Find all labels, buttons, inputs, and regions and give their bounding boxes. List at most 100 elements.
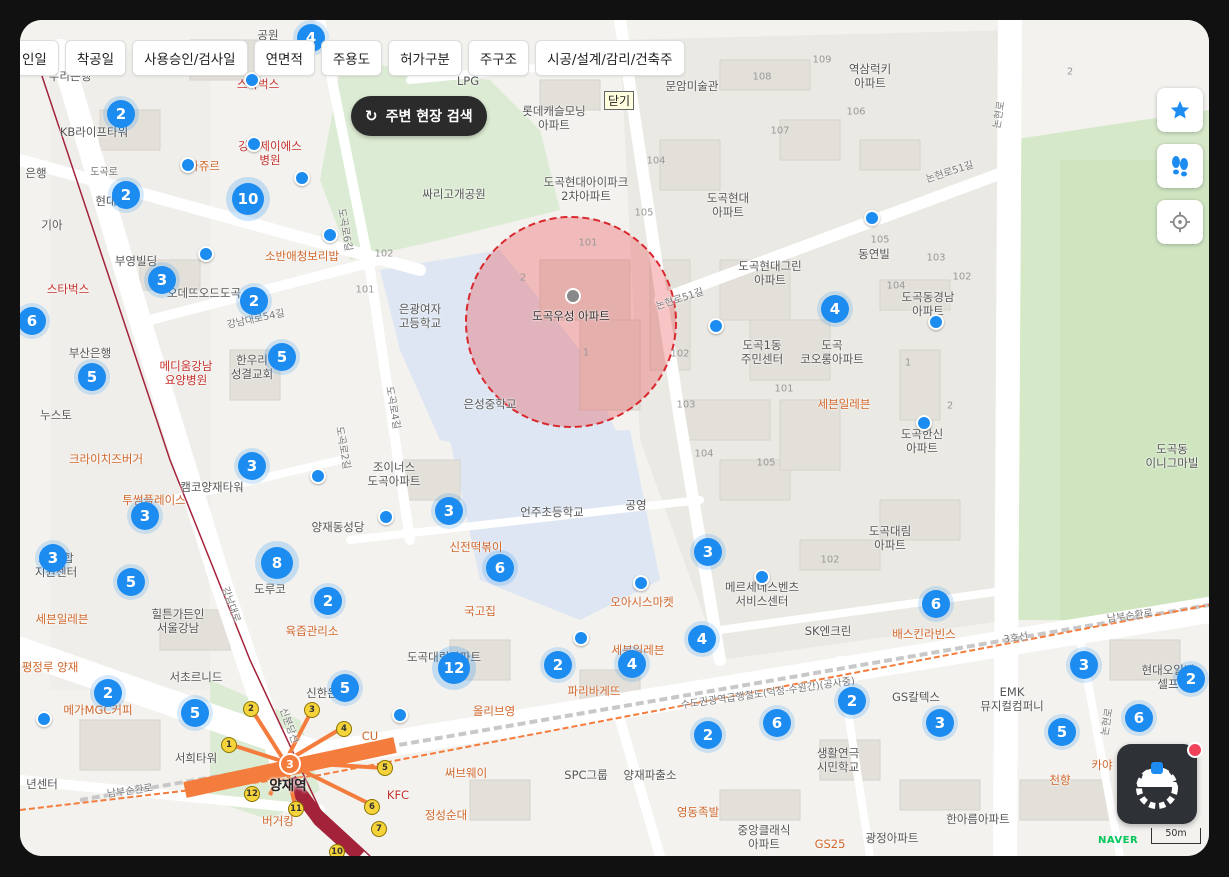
place-label[interactable]: 올리브영 — [473, 704, 515, 719]
place-label[interactable]: 생활연극 시민학교 — [817, 746, 859, 775]
place-label[interactable]: SPC그룹 — [564, 768, 607, 783]
filter-chip[interactable]: 허가구분 — [388, 40, 462, 76]
place-label[interactable]: 양재파출소 — [624, 768, 677, 783]
place-label[interactable]: 문암미술관 — [666, 79, 719, 94]
place-label[interactable]: 천향 — [1049, 773, 1070, 788]
site-cluster-marker[interactable]: 2 — [112, 181, 140, 209]
place-label[interactable]: 도루코 — [254, 582, 286, 597]
place-label[interactable]: 도곡동 이니그마빌 — [1146, 442, 1199, 471]
site-cluster-marker[interactable]: 4 — [821, 295, 849, 323]
site-marker-dot[interactable] — [246, 136, 262, 152]
my-location-button[interactable] — [1157, 200, 1203, 244]
filter-chip[interactable]: 시공/설계/감리/건축주 — [535, 40, 685, 76]
site-cluster-marker[interactable]: 5 — [1048, 718, 1076, 746]
filter-chip[interactable]: 주구조 — [467, 40, 530, 76]
site-cluster-marker[interactable]: 5 — [268, 343, 296, 371]
filter-chip[interactable]: 주용도 — [320, 40, 383, 76]
site-marker-dot[interactable] — [310, 468, 326, 484]
place-label[interactable]: 한아름아파트 — [946, 812, 1009, 827]
site-cluster-marker[interactable]: 12 — [438, 652, 470, 684]
site-cluster-marker[interactable]: 3 — [148, 266, 176, 294]
site-cluster-marker[interactable]: 2 — [838, 687, 866, 715]
place-label[interactable]: 동연빌 — [858, 247, 890, 262]
place-label[interactable]: 소반애청보리밥 — [265, 249, 339, 264]
site-cluster-marker[interactable]: 3 — [694, 538, 722, 566]
station-marker-icon[interactable]: 3 — [279, 753, 301, 775]
site-marker-dot[interactable] — [754, 569, 770, 585]
place-label[interactable]: 년센터 — [26, 777, 58, 792]
site-cluster-marker[interactable]: 3 — [435, 497, 463, 525]
site-marker-dot[interactable] — [708, 318, 724, 334]
place-label[interactable]: 은성중학교 — [464, 397, 517, 412]
place-label[interactable]: 서희타워 — [175, 751, 217, 766]
site-marker-dot[interactable] — [36, 711, 52, 727]
site-cluster-marker[interactable]: 2 — [1177, 665, 1205, 693]
place-label[interactable]: 조이너스 도곡아파트 — [368, 460, 421, 489]
place-label[interactable]: 배스킨라빈스 — [892, 627, 955, 642]
site-cluster-marker[interactable]: 10 — [232, 183, 264, 215]
place-label[interactable]: 오아시스마켓 — [610, 595, 673, 610]
footsteps-button[interactable] — [1157, 144, 1203, 188]
site-cluster-marker[interactable]: 6 — [763, 709, 791, 737]
site-cluster-marker[interactable]: 2 — [314, 587, 342, 615]
favorite-button[interactable] — [1157, 88, 1203, 132]
place-label[interactable]: 힐튼가든인 서울강남 — [152, 607, 205, 636]
place-label[interactable]: 세븐일레븐 — [818, 397, 871, 412]
site-marker-dot[interactable] — [322, 227, 338, 243]
site-marker-dot[interactable] — [180, 157, 196, 173]
place-label[interactable]: 크라이치즈버거 — [69, 452, 143, 467]
site-cluster-marker[interactable]: 6 — [1125, 704, 1153, 732]
site-marker-dot[interactable] — [573, 630, 589, 646]
place-label[interactable]: 부산은행 — [69, 346, 111, 361]
place-label[interactable]: 도곡 코오롱아파트 — [800, 338, 863, 367]
place-label[interactable]: 도곡대림 아파트 — [869, 524, 911, 553]
place-label[interactable]: 도곡한신 아파트 — [901, 427, 943, 456]
filter-chip[interactable]: 인일 — [20, 40, 59, 76]
place-label[interactable]: 메르세데스벤츠 서비스센터 — [725, 580, 799, 609]
place-label[interactable]: 도곡현대그린 아파트 — [738, 259, 801, 288]
place-label[interactable]: KB라이프타워 — [60, 125, 128, 140]
place-label[interactable]: 신전떡볶이 — [450, 540, 503, 555]
map-screen[interactable]: 도곡로 강남대로54길 도곡로6길 도곡로4길 도곡로2길 논현로51길 논현로51길 논현로… — [20, 20, 1209, 856]
site-marker-dot[interactable] — [928, 314, 944, 330]
place-label[interactable]: 캠코양재타워 — [180, 480, 243, 495]
place-label[interactable]: 누스토 — [40, 408, 72, 423]
site-cluster-marker[interactable]: 3 — [238, 452, 266, 480]
site-marker-dot[interactable] — [392, 707, 408, 723]
place-label[interactable]: EMK 뮤지컬컴퍼니 — [980, 685, 1043, 714]
site-marker-dot[interactable] — [378, 509, 394, 525]
place-label[interactable]: 은광여자 고등학교 — [399, 302, 441, 331]
site-cluster-marker[interactable]: 3 — [131, 502, 159, 530]
site-marker-dot[interactable] — [294, 170, 310, 186]
site-cluster-marker[interactable]: 8 — [261, 547, 293, 579]
place-label[interactable]: 광정아파트 — [866, 831, 919, 846]
site-cluster-marker[interactable]: 2 — [94, 679, 122, 707]
place-label[interactable]: 국고집 — [464, 604, 496, 619]
place-label[interactable]: 버거킹 — [262, 814, 294, 829]
site-cluster-marker[interactable]: 2 — [240, 287, 268, 315]
filter-chip[interactable]: 연면적 — [253, 40, 315, 76]
map-base[interactable] — [20, 20, 1209, 856]
site-cluster-marker[interactable]: 5 — [78, 363, 106, 391]
site-marker-dot[interactable] — [864, 210, 880, 226]
place-label[interactable]: 카야 — [1091, 758, 1112, 773]
site-marker-dot[interactable] — [198, 246, 214, 262]
site-cluster-marker[interactable]: 5 — [181, 699, 209, 727]
place-label[interactable]: 기아 — [41, 218, 62, 233]
place-label[interactable]: 부영빌딩 — [115, 254, 157, 269]
place-label[interactable]: 영동족발 — [677, 805, 719, 820]
place-label[interactable]: 평정루 양재 — [22, 660, 79, 675]
place-label[interactable]: 도곡동경남 아파트 — [902, 290, 955, 319]
place-label[interactable]: 역삼럭키 아파트 — [849, 62, 891, 91]
selected-site-label[interactable]: 도곡우성 아파트 — [532, 309, 610, 324]
place-label[interactable]: GS25 — [815, 837, 846, 852]
site-cluster-marker[interactable]: 6 — [922, 590, 950, 618]
place-label[interactable]: 중앙클래식 아파트 — [738, 823, 791, 852]
place-label[interactable]: 세븐일레븐 — [36, 612, 89, 627]
filter-chip[interactable]: 사용승인/검사일 — [132, 40, 248, 76]
place-label[interactable]: 한우리 성결교회 — [231, 353, 273, 382]
place-label[interactable]: 정성순대 — [425, 808, 467, 823]
place-label[interactable]: 써브웨이 — [445, 766, 487, 781]
site-cluster-marker[interactable]: 3 — [39, 544, 67, 572]
site-manager-button[interactable] — [1117, 744, 1197, 824]
